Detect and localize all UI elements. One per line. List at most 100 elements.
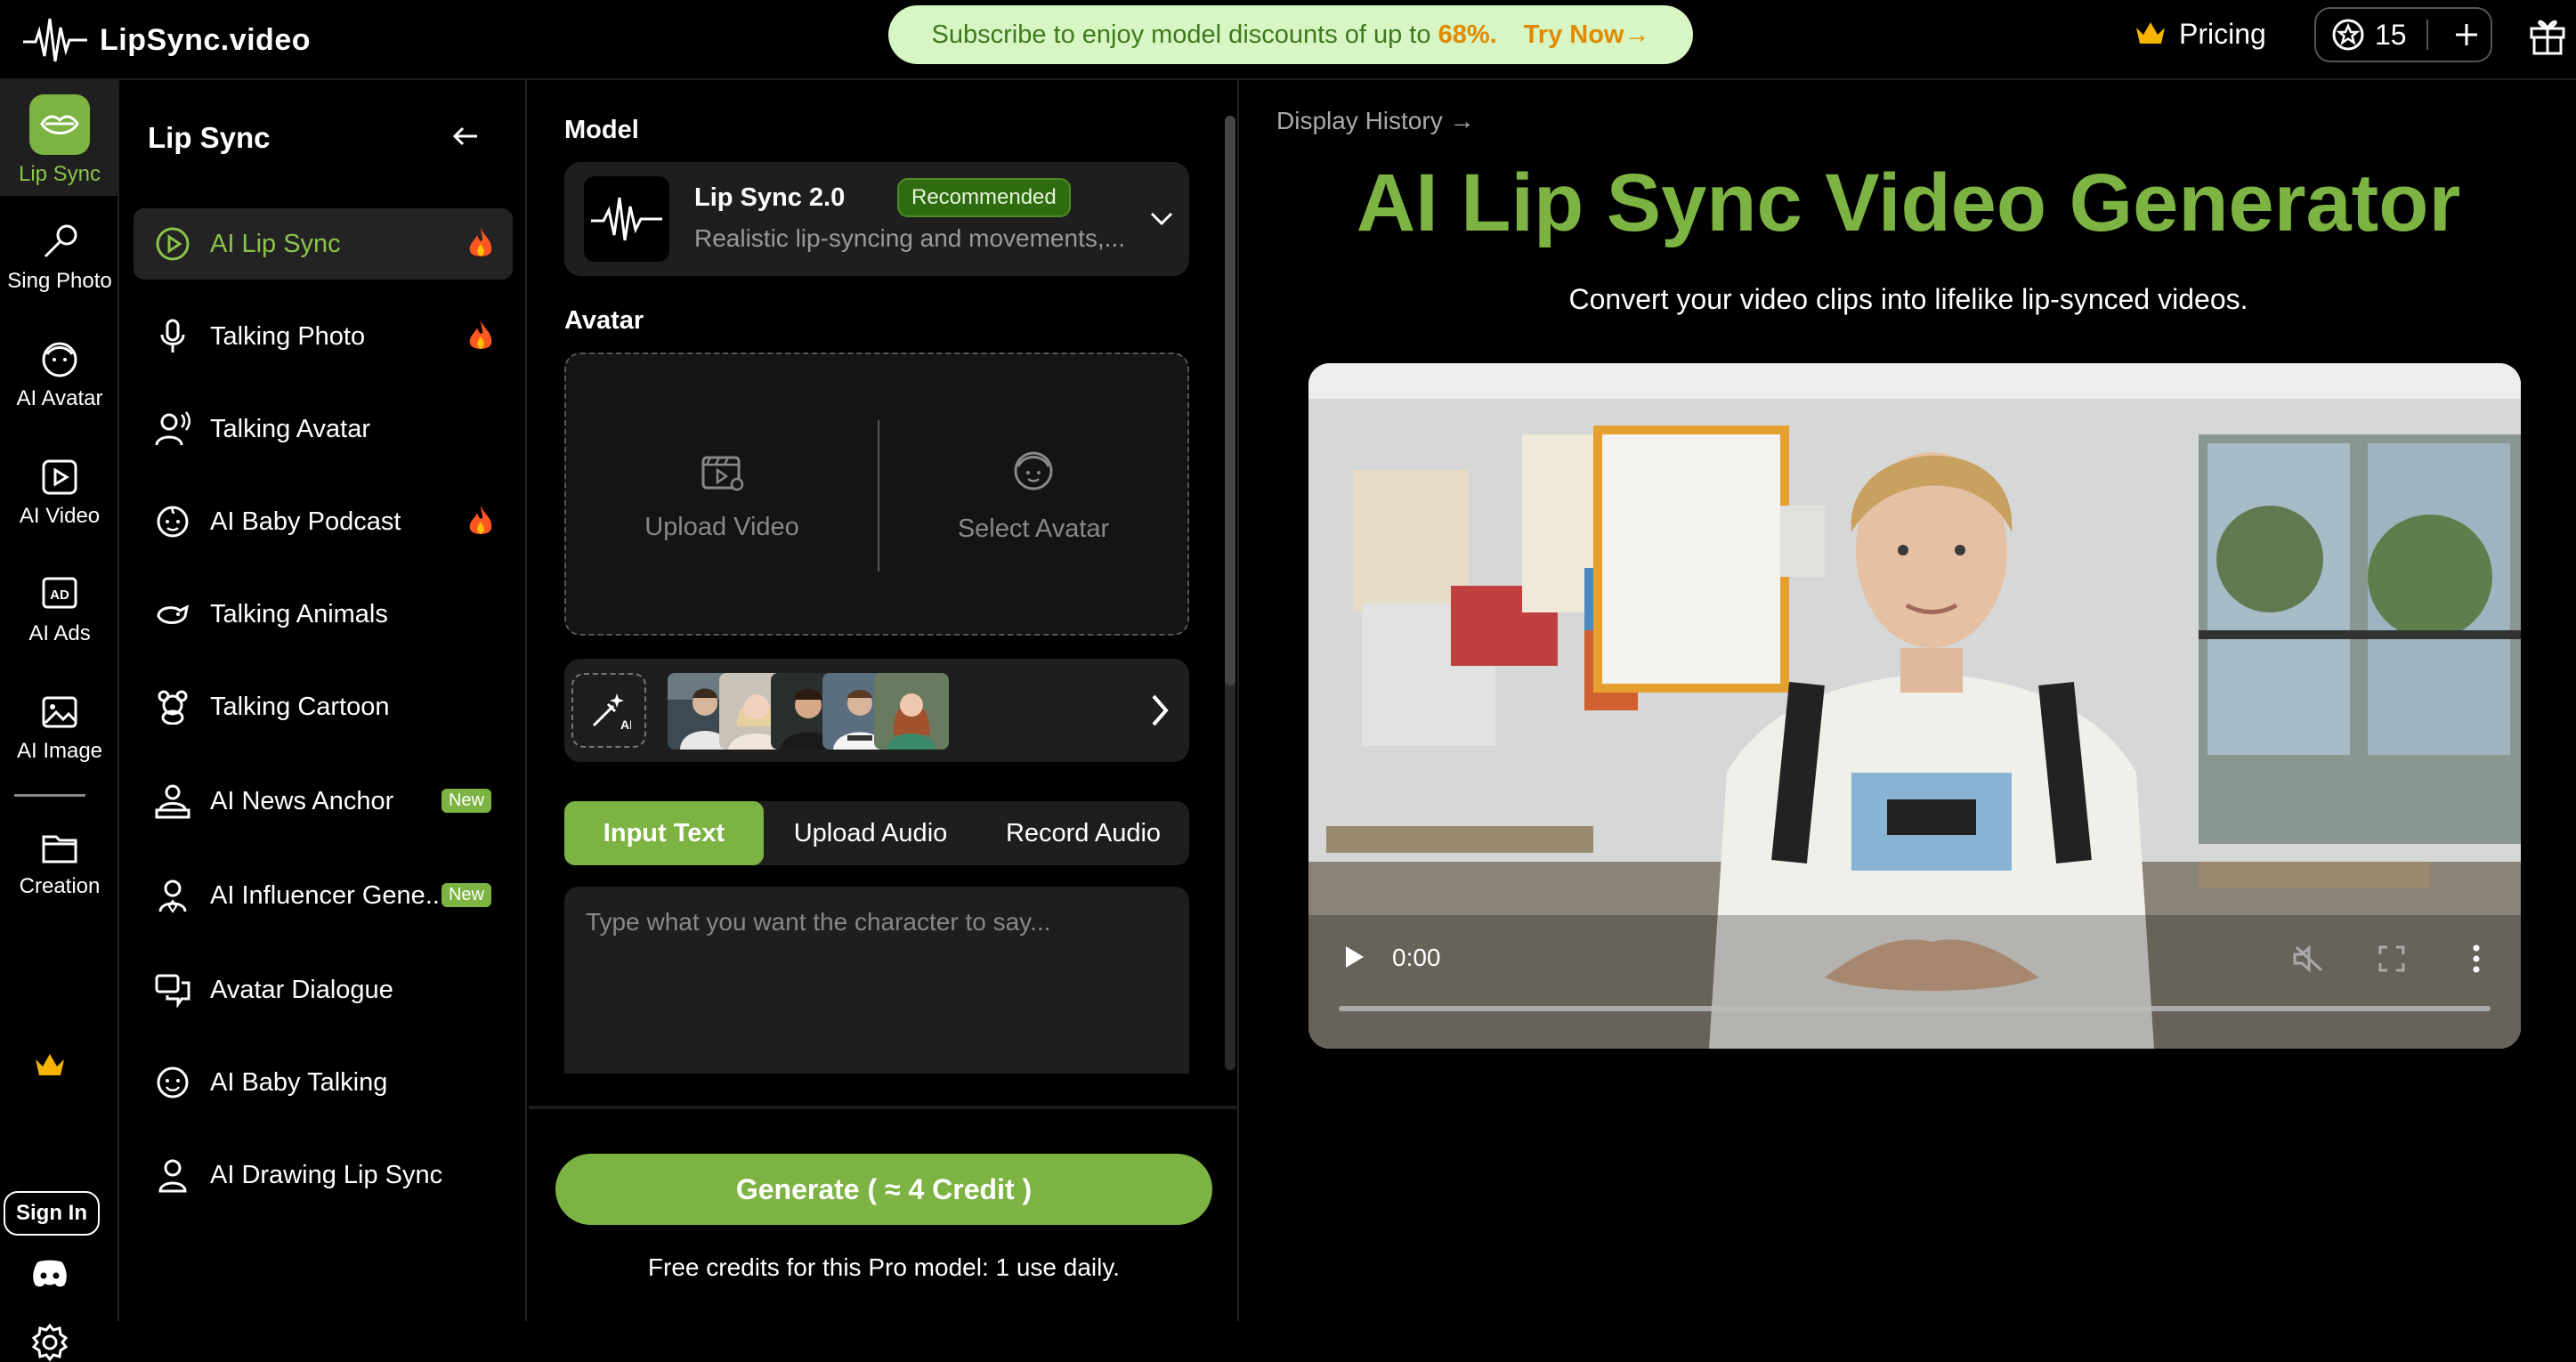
rail-divider (14, 794, 85, 797)
play-circle-icon (156, 227, 190, 261)
model-label: Model (564, 116, 639, 144)
svg-text:AI: AI (620, 717, 631, 732)
fire-icon (469, 320, 492, 349)
free-credits-note: Free credits for this Pro model: 1 use d… (647, 1253, 1121, 1281)
sidebar-item-talking-photo[interactable]: Talking Photo (134, 301, 513, 372)
rail-label: Creation (19, 874, 101, 898)
script-text-input[interactable]: Type what you want the character to say.… (564, 887, 1189, 1074)
magic-wand-icon: AI (592, 693, 631, 732)
sidebar-item-label: AI Lip Sync (210, 229, 341, 258)
pricing-label: Pricing (2179, 17, 2266, 50)
rail-item-creation[interactable]: Creation (0, 828, 119, 899)
chevron-right-icon[interactable] (1148, 693, 1171, 728)
muted-speaker-icon[interactable] (2293, 945, 2325, 972)
sidebar-item-avatar-dialogue[interactable]: Avatar Dialogue (134, 954, 513, 1026)
avatar-face-icon (1014, 451, 1053, 490)
input-mode-tabs: Input Text Upload Audio Record Audio (564, 801, 1189, 865)
rail-item-ai-avatar[interactable]: AI Avatar (0, 340, 119, 411)
animal-icon (157, 604, 190, 624)
model-thumbnail (584, 176, 669, 262)
promo-text: Subscribe to enjoy model discounts of up… (932, 20, 1497, 50)
rail-item-sing-photo[interactable]: Sing Photo (0, 223, 119, 294)
sign-in-button[interactable]: Sign In (4, 1191, 100, 1236)
gift-icon[interactable] (2528, 14, 2567, 55)
promo-cta-link[interactable]: Try Now→ (1524, 20, 1650, 50)
sidebar-item-ai-news-anchor[interactable]: AI News Anchor New (134, 766, 513, 837)
sidebar-item-talking-avatar[interactable]: Talking Avatar (134, 393, 513, 465)
promo-banner[interactable]: Subscribe to enjoy model discounts of up… (888, 5, 1693, 64)
rail-item-ai-video[interactable]: AI Video (0, 458, 119, 529)
generate-button[interactable]: Generate ( ≈ 4 Credit ) (555, 1154, 1212, 1225)
fullscreen-icon[interactable] (2378, 945, 2405, 972)
pricing-link[interactable]: Pricing (2135, 11, 2266, 57)
ai-generate-avatar-button[interactable]: AI (571, 673, 646, 748)
baby-face-icon (157, 506, 189, 538)
rail-label: AI Video (19, 504, 101, 528)
settings-gear-icon[interactable] (30, 1323, 69, 1362)
sidebar-item-label: AI Influencer Gene... (210, 880, 447, 910)
sidebar-item-label: Talking Photo (210, 321, 366, 351)
microphone-icon (160, 319, 185, 353)
sidebar-item-ai-baby-podcast[interactable]: AI Baby Podcast (134, 486, 513, 557)
rail-item-ai-ads[interactable]: AD AI Ads (0, 575, 119, 646)
video-progress-bar[interactable] (1339, 1006, 2491, 1011)
discord-icon[interactable] (30, 1259, 69, 1289)
fire-icon (469, 506, 492, 534)
upload-video-button[interactable]: Upload Video (566, 354, 878, 637)
avatar-face-icon (42, 342, 77, 377)
sidebar-item-label: Talking Cartoon (210, 692, 390, 721)
teddy-bear-icon (158, 690, 188, 725)
more-options-icon[interactable] (2471, 944, 2482, 974)
tab-upload-audio[interactable]: Upload Audio (764, 801, 977, 865)
rail-item-lip-sync[interactable]: Lip Sync (0, 94, 119, 187)
sidebar-item-ai-baby-talking[interactable]: AI Baby Talking (134, 1047, 513, 1118)
sidebar-item-ai-influencer[interactable]: AI Influencer Gene... New (134, 860, 513, 931)
fire-icon (469, 228, 492, 256)
rail-label: Sing Photo (7, 269, 112, 293)
model-select[interactable]: Lip Sync 2.0 Recommended Realistic lip-s… (564, 162, 1189, 276)
rail-item-ai-image[interactable]: AI Image (0, 693, 119, 764)
page-title: AI Lip Sync Video Generator (1356, 158, 2461, 248)
sidebar-item-label: Talking Avatar (210, 414, 371, 443)
chevron-down-icon[interactable] (1148, 208, 1175, 230)
tab-record-audio[interactable]: Record Audio (977, 801, 1189, 865)
tab-input-text[interactable]: Input Text (564, 801, 764, 865)
form-scroll-thumb[interactable] (1225, 116, 1235, 685)
feature-sidebar: Lip Sync AI Lip Sync Talking Photo Talki… (121, 80, 527, 1321)
sidebar-title: Lip Sync (148, 121, 271, 154)
top-bar: LipSync.video Subscribe to enjoy model d… (0, 0, 2576, 80)
sidebar-item-ai-drawing-lip-sync[interactable]: AI Drawing Lip Sync (134, 1139, 513, 1211)
display-history-link[interactable]: Display History → (1276, 107, 1474, 135)
avatar-label: Avatar (564, 306, 644, 335)
add-credits-icon[interactable] (2453, 21, 2480, 48)
credits-count: 15 (2375, 18, 2407, 51)
sample-video-player[interactable]: 0:00 (1308, 363, 2521, 1049)
crown-icon[interactable] (34, 1052, 66, 1079)
sidebar-item-talking-cartoon[interactable]: Talking Cartoon (134, 671, 513, 742)
back-arrow-icon[interactable] (450, 121, 481, 151)
video-play-icon (42, 459, 77, 495)
waveform-logo-icon (23, 18, 87, 62)
brand-name: LipSync.video (100, 22, 311, 57)
credits-widget[interactable]: 15 (2314, 7, 2492, 62)
ad-icon: AD (42, 577, 77, 609)
text-placeholder: Type what you want the character to say.… (586, 908, 1051, 936)
microphone-icon (44, 224, 77, 258)
speaking-person-icon (155, 411, 190, 446)
select-avatar-button[interactable]: Select Avatar (878, 354, 1189, 637)
sidebar-item-label: Talking Animals (210, 599, 388, 628)
sidebar-item-ai-lip-sync[interactable]: AI Lip Sync (134, 208, 513, 280)
rail-label: Lip Sync (18, 162, 101, 186)
brand-logo[interactable]: LipSync.video (23, 9, 311, 71)
avatar-preset-5[interactable] (874, 673, 949, 750)
folder-icon (42, 835, 77, 863)
recommended-badge: Recommended (897, 178, 1071, 217)
play-icon[interactable] (1342, 944, 1367, 970)
rail-label: AI Image (16, 739, 103, 763)
sidebar-item-talking-animals[interactable]: Talking Animals (134, 579, 513, 650)
chat-bubbles-icon (155, 974, 190, 1008)
lips-icon (29, 94, 90, 155)
sidebar-item-label: AI Drawing Lip Sync (210, 1160, 443, 1189)
avatar-upload-area: Upload Video Select Avatar (564, 353, 1189, 636)
news-anchor-icon (155, 784, 190, 819)
